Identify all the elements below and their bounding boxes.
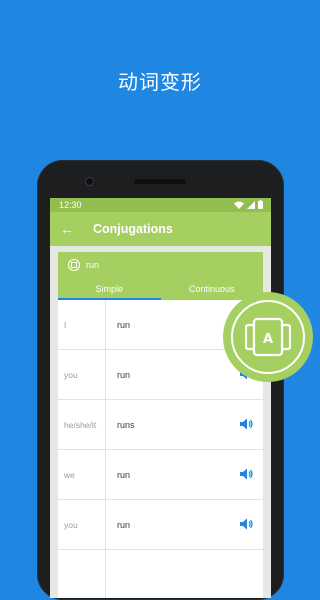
phone-frame: 12:30 ← Conjugations run Simple Continuo…	[37, 160, 284, 600]
select-word-icon[interactable]	[68, 259, 80, 271]
pronoun-cell: I	[58, 300, 106, 349]
speaker-icon[interactable]	[239, 467, 253, 481]
flashcard-app-icon: A	[245, 317, 291, 357]
back-arrow-icon[interactable]: ←	[60, 219, 74, 239]
speaker-icon[interactable]	[239, 517, 253, 531]
card-header: run Simple Continuous	[58, 252, 263, 300]
earpiece-speaker	[134, 179, 186, 184]
pronoun-cell: he/she/it	[58, 400, 106, 449]
word-row: run	[68, 259, 99, 271]
pronoun-cell: you	[58, 500, 106, 549]
app-bar: ← Conjugations	[50, 212, 271, 246]
badge-letter: A	[263, 332, 273, 347]
promo-headline: 动词变形	[118, 70, 202, 94]
table-row: you run	[58, 500, 263, 550]
screen-title: Conjugations	[93, 222, 173, 236]
table-row: he/she/it runs	[58, 400, 263, 450]
verb-form-cell: run	[117, 319, 131, 330]
content-area: run Simple Continuous I run you run he/s…	[50, 246, 271, 598]
tense-tabs: Simple Continuous	[58, 280, 263, 300]
front-camera	[85, 177, 94, 186]
wifi-icon	[234, 201, 244, 209]
pronoun-cell: you	[58, 350, 106, 399]
pronoun-cell	[58, 550, 106, 598]
status-time: 12:30	[59, 200, 82, 210]
speaker-icon[interactable]	[239, 417, 253, 431]
badge-ring: A	[231, 300, 305, 374]
battery-icon	[258, 200, 263, 209]
flashcard-badge[interactable]: A	[223, 292, 313, 382]
table-row: we run	[58, 450, 263, 500]
verb-form-cell: run	[117, 519, 131, 530]
verb-form-cell: runs	[117, 419, 135, 430]
status-bar: 12:30	[50, 198, 271, 212]
pronoun-cell: we	[58, 450, 106, 499]
verb-form-cell: run	[117, 369, 131, 380]
verb-word: run	[86, 260, 100, 270]
status-icons	[234, 200, 263, 209]
phone-screen: 12:30 ← Conjugations run Simple Continuo…	[50, 198, 271, 598]
signal-icon	[247, 200, 255, 209]
table-row	[58, 550, 263, 598]
verb-form-cell: run	[117, 469, 131, 480]
conjugation-card: run Simple Continuous I run you run he/s…	[58, 252, 263, 598]
tab-simple[interactable]: Simple	[58, 280, 161, 300]
